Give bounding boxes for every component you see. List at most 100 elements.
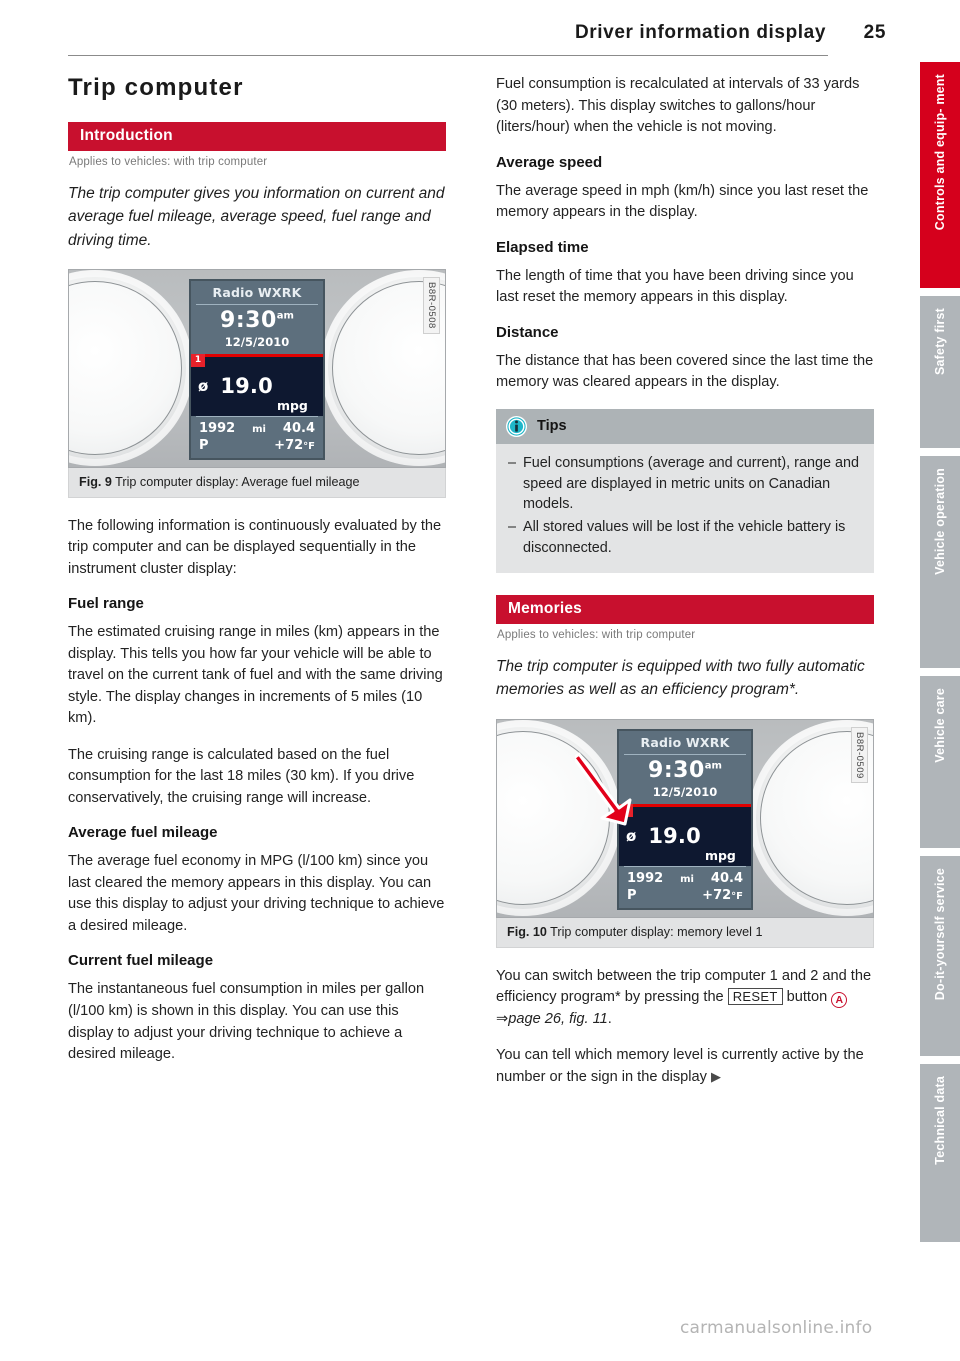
display-temperature: +72°F bbox=[274, 438, 315, 453]
reference-marker-a: A bbox=[831, 992, 848, 1009]
paragraph-elapsed-time: The length of time that you have been dr… bbox=[496, 267, 854, 306]
intro-paragraph: The trip computer gives you information … bbox=[68, 185, 445, 249]
display-odometer: 1992 bbox=[199, 420, 236, 436]
dial-ticks-left bbox=[69, 288, 175, 448]
tips-title: Tips bbox=[537, 418, 567, 435]
left-column: Trip computer Introduction Applies to ve… bbox=[68, 74, 446, 1081]
figure-9-caption: Fig. 9 Trip computer display: Average fu… bbox=[68, 467, 446, 498]
sidebar-tab-label: Do-it-yourself service bbox=[932, 868, 947, 1001]
figure-10-caption-text: Trip computer display: memory level 1 bbox=[550, 924, 763, 939]
manual-page: Driver information display 25 Trip compu… bbox=[0, 0, 960, 1361]
sidebar-tab-label: Safety first bbox=[932, 308, 947, 376]
chapter-title: Trip computer bbox=[68, 74, 244, 101]
cross-reference-link[interactable]: page 26, fig. 11 bbox=[508, 1011, 608, 1027]
display-gear: P bbox=[199, 437, 209, 453]
figure-9-caption-label: Fig. 9 bbox=[79, 474, 112, 489]
display-consumption-value: 19.0 bbox=[220, 374, 273, 399]
tips-box: Tips – Fuel consumptions (average and cu… bbox=[496, 408, 874, 574]
heading-distance: Distance bbox=[496, 323, 559, 341]
display-row-gear-temp: P +72°F bbox=[627, 888, 743, 903]
sidebar-tab-do-it-yourself-service[interactable]: Do-it-yourself service bbox=[920, 856, 960, 1056]
display-consumption-value: 19.0 bbox=[648, 824, 701, 849]
section-bar-memories: Memories bbox=[496, 595, 874, 625]
display-time-block: 9:30am 12/5/2010 bbox=[191, 305, 323, 354]
display-distance-unit: mi bbox=[252, 423, 266, 435]
sidebar-tab-label: Vehicle care bbox=[932, 688, 947, 763]
sidebar-tab-label: Technical data bbox=[932, 1076, 947, 1165]
heading-average-fuel-mileage: Average fuel mileage bbox=[68, 824, 218, 842]
paragraph-switch-trip-computer: You can switch between the trip computer… bbox=[496, 966, 874, 1031]
heading-elapsed-time: Elapsed time bbox=[496, 238, 589, 256]
figure-9-code: B8R-0508 bbox=[423, 276, 440, 334]
display-time-value: 9:30 bbox=[648, 757, 705, 783]
paragraph-average-speed: The average speed in mph (km/h) since yo… bbox=[496, 182, 869, 221]
display-temperature-unit: °F bbox=[303, 440, 315, 452]
switch-text-part2: button bbox=[782, 989, 832, 1006]
info-icon bbox=[505, 415, 528, 437]
paragraph-fuel-range-2: The cruising range is calculated based o… bbox=[68, 746, 415, 806]
memory-level-text: You can tell which memory level is curre… bbox=[496, 1047, 864, 1085]
display-temperature-unit: °F bbox=[731, 890, 743, 902]
tips-body: – Fuel consumptions (average and current… bbox=[496, 443, 874, 574]
heading-current-fuel-mileage: Current fuel mileage bbox=[68, 952, 214, 970]
display-temperature: +72°F bbox=[702, 888, 743, 903]
memories-applies-to-note: Applies to vehicles: with trip computer bbox=[497, 629, 696, 642]
sidebar-tab-vehicle-operation[interactable]: Vehicle operation bbox=[920, 456, 960, 668]
sidebar-tab-technical-data[interactable]: Technical data bbox=[920, 1064, 960, 1242]
chapter-tabs: Controls and equip- ment Safety first Ve… bbox=[920, 62, 960, 1250]
display-memory-separator: 1 bbox=[191, 353, 323, 367]
tip-text: All stored values will be lost if the ve… bbox=[523, 519, 846, 557]
display-bottom-block: 1992 mi 40.4 P +72°F bbox=[191, 417, 323, 458]
display-time-value: 9:30 bbox=[220, 307, 277, 333]
paragraph-fuel-range-1: The estimated cruising range in miles (k… bbox=[68, 624, 443, 727]
right-column: Fuel consumption is recalculated at inte… bbox=[496, 74, 874, 1103]
sidebar-tab-vehicle-care[interactable]: Vehicle care bbox=[920, 676, 960, 848]
figure-10-caption-label: Fig. 10 bbox=[507, 924, 547, 939]
display-average-symbol: ø bbox=[198, 377, 209, 396]
reference-arrow-icon: ⇒ bbox=[496, 1010, 509, 1027]
display-time: 9:30am bbox=[191, 307, 323, 333]
tip-text: Fuel consumptions (average and current),… bbox=[523, 454, 859, 513]
figure-10-code: B8R-0509 bbox=[851, 726, 868, 784]
display-consumption-panel: ø 19.0 mpg bbox=[191, 356, 323, 416]
header-title: Driver information display bbox=[574, 22, 826, 43]
gauge-dial-left-icon bbox=[69, 270, 193, 467]
sidebar-tab-label: Vehicle operation bbox=[932, 468, 947, 575]
display-consumption-unit: mpg bbox=[704, 847, 736, 863]
continuation-arrow-icon: ▶ bbox=[710, 1068, 721, 1084]
sidebar-tab-controls-and-equipment[interactable]: Controls and equip- ment bbox=[920, 62, 960, 288]
display-temperature-value: +72 bbox=[274, 437, 304, 453]
display-row-odometer: 1992 mi 40.4 bbox=[627, 871, 743, 886]
callout-arrow-icon bbox=[575, 752, 632, 826]
tip-dash: – bbox=[508, 454, 517, 471]
heading-fuel-range: Fuel range bbox=[68, 595, 144, 613]
tip-dash: – bbox=[508, 519, 517, 536]
tip-item: – Fuel consumptions (average and current… bbox=[508, 453, 862, 516]
tips-header: Tips bbox=[496, 408, 874, 444]
figure-10-image: Radio WXRK 9:30am 12/5/2010 1 ø 19.0 mpg bbox=[496, 718, 874, 918]
watermark: carmanualsonline.info bbox=[680, 1318, 873, 1338]
display-trip-distance: 40.4 bbox=[282, 420, 315, 436]
display-radio-station: Radio WXRK bbox=[212, 284, 302, 300]
reset-button-reference: RESET bbox=[727, 988, 783, 1006]
instrument-cluster-display: Radio WXRK 9:30am 12/5/2010 1 ø 19.0 mpg bbox=[189, 278, 325, 460]
display-gear: P bbox=[627, 887, 637, 903]
paragraph-distance: The distance that has been covered since… bbox=[496, 352, 874, 391]
header-divider bbox=[68, 55, 828, 56]
display-distance-unit: mi bbox=[680, 873, 694, 885]
section-bar-introduction: Introduction bbox=[68, 122, 446, 151]
paragraph-current-fuel-mileage: The instantaneous fuel consumption in mi… bbox=[68, 981, 425, 1063]
page-number: 25 bbox=[863, 22, 886, 43]
display-consumption-unit: mpg bbox=[276, 397, 308, 413]
figure-9-image: Radio WXRK 9:30am 12/5/2010 1 ø 19.0 mpg bbox=[68, 268, 446, 468]
display-average-symbol: ø bbox=[626, 827, 637, 846]
paragraph-fuel-consumption: Fuel consumption is recalculated at inte… bbox=[496, 76, 860, 136]
display-row-gear-temp: P +72°F bbox=[199, 438, 315, 453]
tip-item: – All stored values will be lost if the … bbox=[508, 517, 862, 559]
paragraph-average-fuel-mileage: The average fuel economy in MPG (l/100 k… bbox=[68, 853, 445, 934]
display-date: 12/5/2010 bbox=[224, 334, 290, 349]
display-memory-badge: 1 bbox=[191, 353, 205, 367]
figure-9-caption-text: Trip computer display: Average fuel mile… bbox=[115, 474, 360, 489]
display-bottom-block: 1992 mi 40.4 P +72°F bbox=[619, 867, 751, 908]
sidebar-tab-safety-first[interactable]: Safety first bbox=[920, 296, 960, 448]
